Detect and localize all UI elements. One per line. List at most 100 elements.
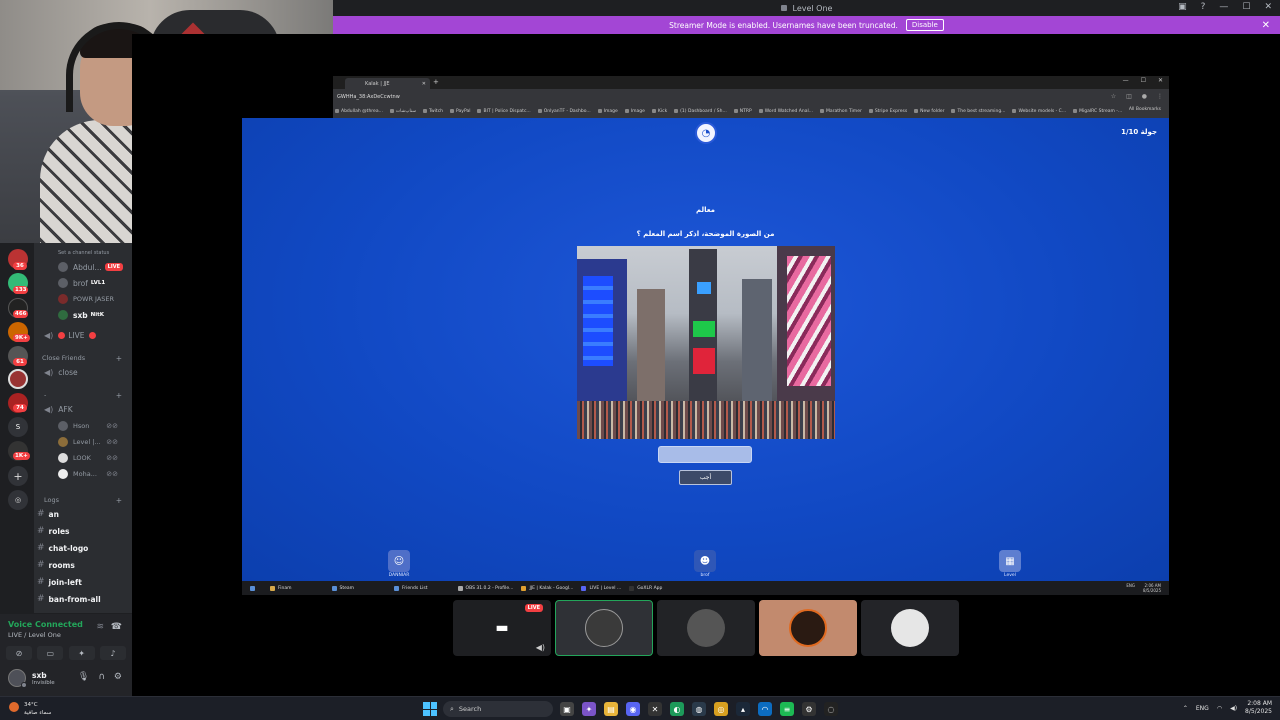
help-icon[interactable]: ? [1201,2,1206,12]
bookmark[interactable]: Image [597,109,618,114]
category-logs[interactable]: Logs + [34,493,132,507]
taskbar-clock[interactable]: 2:08 AM 8/5/2025 [1245,700,1272,716]
participant-tile[interactable] [657,600,755,656]
bookmark[interactable]: Website models - C... [1012,109,1066,114]
bookmark[interactable]: Marathon Timer [820,109,862,114]
whatsapp-icon[interactable]: ◐ [670,702,684,716]
bookmark[interactable]: OnlyanTF - Dashbo... [537,109,591,114]
participant-tile[interactable] [759,600,857,656]
inbox-alert-icon[interactable]: ▣ [1178,2,1187,12]
keyboard-lang[interactable]: ENG [1196,705,1209,712]
voice-member[interactable]: Abdul... LIVE [34,260,132,274]
camera-off-icon[interactable]: ⊘ [6,646,32,660]
add-channel-icon[interactable]: + [116,354,122,363]
bookmark[interactable]: The best streaming... [951,109,1005,114]
text-channel-ban-from-all[interactable]: # ban-from-all [34,592,132,606]
xbox-icon[interactable]: ✕ [648,702,662,716]
add-channel-icon[interactable]: + [116,496,122,505]
server-icon-active[interactable] [8,369,28,389]
new-tab-icon[interactable]: + [433,78,439,86]
disable-streamer-mode-button[interactable]: Disable [905,19,944,31]
volume-icon[interactable]: ◀) [536,643,545,652]
add-channel-icon[interactable]: + [116,391,122,400]
text-channel-an[interactable]: # an [34,507,132,521]
bookmark[interactable]: Kick [651,109,667,114]
afk-member[interactable]: LOOK ⊘⊘ [34,451,132,465]
settings-app-icon[interactable]: ⚙ [802,702,816,716]
menu-icon[interactable]: ⋮ [1157,93,1163,100]
taskbar-search[interactable]: ⌕ Search [443,701,553,717]
voice-member[interactable]: sxb NitK [34,308,132,322]
bookmark[interactable]: NTRP [733,109,752,114]
file-explorer-icon[interactable]: ▤ [604,702,618,716]
browser-close-button[interactable]: ✕ [1158,77,1163,84]
epic-icon[interactable]: ▴ [736,702,750,716]
maximize-button[interactable]: ☐ [1242,2,1250,12]
server-icon-s[interactable]: S [8,417,28,437]
signal-icon[interactable]: ≋ [96,622,104,632]
afk-member[interactable]: Level |... ⊘⊘ [34,435,132,449]
tray-chevron-icon[interactable]: ⌃ [1183,705,1188,712]
weather-icon[interactable] [9,702,19,712]
headphones-icon[interactable]: ∩ [98,672,105,682]
minimize-button[interactable]: — [1219,2,1228,12]
chrome-icon[interactable]: ◎ [714,702,728,716]
game-logo-icon[interactable]: ◔ [695,122,717,144]
add-server-icon[interactable]: + [8,466,28,486]
text-channel-roles[interactable]: # roles [34,524,132,538]
star-icon[interactable]: ☆ [1111,93,1116,100]
soundboard-icon[interactable]: ♪ [99,646,126,660]
disconnect-icon[interactable]: ☎ [111,622,122,632]
windows-start-icon[interactable] [423,702,437,716]
bookmark[interactable]: (1) Dashboard / Sh... [674,109,727,114]
bookmark[interactable]: BIT | Police Dispatc... [477,109,531,114]
voice-channel-close[interactable]: ◀) close [34,365,132,379]
afk-member[interactable]: Moha... ⊘⊘ [34,467,132,481]
bookmark[interactable]: Abdullah @threa... [335,109,383,114]
weather-widget[interactable]: 34°C سماء صافية [24,701,51,717]
participant-tile[interactable] [861,600,959,656]
voice-channel-live[interactable]: ◀) LIVE [34,328,132,342]
text-channel-rooms[interactable]: # rooms [34,558,132,572]
bookmark[interactable]: سناپ‌شات [389,109,416,114]
browser-tab[interactable]: Kalak | JJE ✕ [345,78,430,89]
discover-servers-icon[interactable]: ◎ [8,490,28,510]
close-banner-icon[interactable]: ✕ [1262,20,1270,31]
answer-input[interactable] [658,446,752,463]
category-dash[interactable]: - + [34,388,132,402]
edge-icon[interactable]: ◠ [758,702,772,716]
bookmark[interactable]: Word Watched Anal... [758,109,813,114]
bookmark[interactable]: PayPal [450,109,470,114]
submit-answer-button[interactable]: أجب [679,470,732,485]
extensions-icon[interactable]: ◫ [1126,93,1132,100]
channel-status-hint[interactable]: Set a channel status [34,246,132,260]
gear-icon[interactable]: ⚙ [114,672,122,682]
bookmark[interactable]: Stripe Express [868,109,907,114]
text-channel-chat-logo[interactable]: # chat-logo [34,541,132,555]
wifi-icon[interactable]: ◠ [1217,705,1222,712]
task-view-icon[interactable]: ▣ [560,702,574,716]
voice-member[interactable]: brof LVL1 [34,276,132,290]
close-button[interactable]: ✕ [1264,2,1272,12]
participant-tile[interactable] [555,600,653,656]
browser-maximize-button[interactable]: ☐ [1141,77,1146,84]
copilot-icon[interactable]: ✦ [582,702,596,716]
bookmark[interactable]: Image [624,109,645,114]
bookmark[interactable]: Twitch [423,109,443,114]
voice-member[interactable]: POWR JASER [34,292,132,306]
activities-icon[interactable]: ✦ [68,646,95,660]
text-channel-join-left[interactable]: # join-left [34,575,132,589]
tab-close-icon[interactable]: ✕ [422,81,426,87]
bookmark[interactable]: New folder [914,109,944,114]
category-close-friends[interactable]: Close Friends + [34,351,132,365]
obs-icon[interactable]: ◌ [824,702,838,716]
voice-channel-afk[interactable]: ◀) AFK [34,402,132,416]
profile-icon[interactable]: ● [1142,93,1147,100]
afk-member[interactable]: Hson ⊘⊘ [34,419,132,433]
browser-minimize-button[interactable]: — [1123,77,1129,84]
all-bookmarks[interactable]: All Bookmarks [1129,107,1161,112]
voice-location[interactable]: LIVE / Level One [8,631,61,639]
discord-icon[interactable]: ◉ [626,702,640,716]
bookmark[interactable]: MigalRC Stream -... [1073,109,1122,114]
microphone-icon[interactable]: 🎙︎ [78,672,89,682]
